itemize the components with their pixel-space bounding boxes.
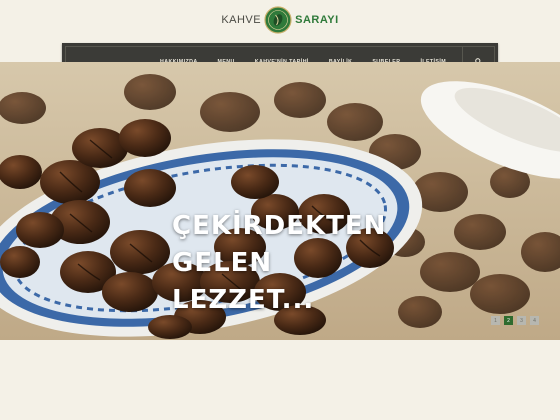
- hero-headline: ÇEKİRDEKTEN GELEN LEZZET...: [172, 208, 386, 319]
- headline-line-3: LEZZET...: [172, 285, 315, 315]
- slider-dot-4[interactable]: 4: [530, 316, 539, 325]
- coffee-emblem-icon: [264, 6, 292, 34]
- logo-text-sarayi: SARAYI: [295, 14, 339, 26]
- logo-text-kahve: KAHVE: [221, 14, 262, 26]
- slider-dot-2[interactable]: 2: [504, 316, 513, 325]
- slider-pagination: 1 2 3 4: [491, 316, 543, 325]
- headline-line-2: GELEN: [172, 248, 273, 278]
- site-logo[interactable]: KAHVE SARAYI: [0, 5, 560, 35]
- headline-line-1: ÇEKİRDEKTEN: [172, 211, 387, 241]
- hero-slider: ÇEKİRDEKTEN GELEN LEZZET...: [0, 62, 560, 340]
- slider-dot-1[interactable]: 1: [491, 316, 500, 325]
- slider-dot-3[interactable]: 3: [517, 316, 526, 325]
